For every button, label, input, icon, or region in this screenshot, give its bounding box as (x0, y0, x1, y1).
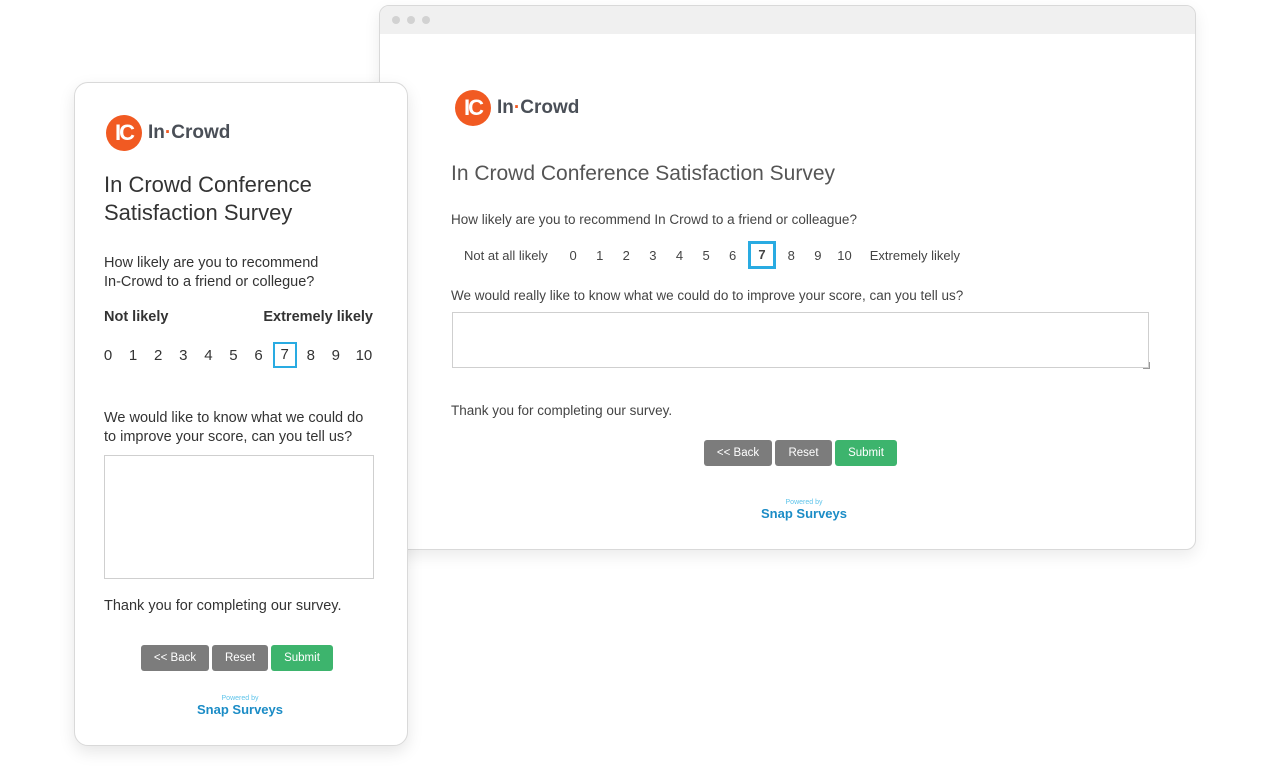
comment-textarea[interactable] (452, 312, 1149, 368)
comment-textarea[interactable] (104, 455, 374, 579)
snap-surveys-logo[interactable]: Snap Surveys (744, 506, 864, 521)
powered-by-snap: Powered by Snap Surveys (744, 499, 864, 521)
scale-low-label: Not at all likely (464, 247, 548, 263)
scale-option-0[interactable]: 0 (97, 347, 119, 364)
incrowd-wordmark: In·Crowd (148, 122, 231, 143)
scale-option-1[interactable]: 1 (586, 248, 613, 263)
scale-anchors: Not likely Extremely likely (104, 309, 373, 325)
scale-option-7[interactable]: 7 (747, 241, 776, 269)
scale-option-0[interactable]: 0 (560, 248, 587, 263)
scale-option-5[interactable]: 5 (693, 248, 720, 263)
scale-option-1[interactable]: 1 (122, 347, 144, 364)
scale-option-2[interactable]: 2 (147, 347, 169, 364)
incrowd-badge-icon: IC (106, 115, 142, 151)
scale-option-6[interactable]: 6 (248, 347, 270, 364)
window-dot-icon[interactable] (392, 16, 400, 24)
scale-high-label: Extremely likely (869, 247, 961, 263)
scale-option-10[interactable]: 10 (350, 347, 378, 364)
incrowd-logo: IC In·Crowd (455, 90, 579, 126)
scale-option-4[interactable]: 4 (666, 248, 693, 263)
scale-option-9[interactable]: 9 (325, 347, 347, 364)
incrowd-badge-icon: IC (455, 90, 491, 126)
scale-option-4[interactable]: 4 (197, 347, 219, 364)
scale-option-5[interactable]: 5 (222, 347, 244, 364)
scale-low-label: Not likely (104, 309, 169, 325)
question-recommend: How likely are you to recommend In Crowd… (451, 212, 857, 227)
thank-you-text: Thank you for completing our survey. (451, 403, 673, 418)
thank-you-text: Thank you for completing our survey. (104, 598, 342, 614)
powered-by-label: Powered by (221, 695, 259, 702)
desktop-browser-window: IC In·Crowd In Crowd Conference Satisfac… (379, 5, 1196, 550)
powered-by-snap: Powered by Snap Surveys (180, 695, 300, 717)
scale-option-2[interactable]: 2 (613, 248, 640, 263)
back-button[interactable]: << Back (704, 440, 772, 466)
incrowd-logo: IC In·Crowd (106, 115, 230, 151)
mobile-survey-frame: IC In·Crowd In Crowd Conference Satisfac… (74, 82, 408, 746)
powered-by-label: Powered by (785, 499, 823, 506)
browser-title-bar (380, 6, 1195, 34)
snap-surveys-logo[interactable]: Snap Surveys (180, 702, 300, 717)
survey-title: In Crowd Conference Satisfaction Survey (451, 162, 836, 185)
window-dot-icon[interactable] (407, 16, 415, 24)
question-recommend: How likely are you to recommend In-Crowd… (104, 255, 319, 290)
scale-option-7[interactable]: 7 (272, 342, 297, 368)
window-dot-icon[interactable] (422, 16, 430, 24)
navigation-buttons: << Back Reset Submit (704, 440, 897, 466)
scale-option-3[interactable]: 3 (640, 248, 667, 263)
back-button[interactable]: << Back (141, 645, 209, 671)
submit-button[interactable]: Submit (271, 645, 333, 671)
reset-button[interactable]: Reset (212, 645, 268, 671)
submit-button[interactable]: Submit (835, 440, 897, 466)
survey-title: In Crowd Conference Satisfaction Survey (104, 172, 312, 225)
scale-option-8[interactable]: 8 (300, 347, 322, 364)
question-improve: We would like to know what we could do t… (104, 410, 364, 445)
scale-option-3[interactable]: 3 (172, 347, 194, 364)
incrowd-wordmark: In·Crowd (497, 97, 580, 118)
scale-high-label: Extremely likely (263, 309, 373, 325)
question-improve: We would really like to know what we cou… (451, 288, 964, 303)
reset-button[interactable]: Reset (775, 440, 832, 466)
scale-option-9[interactable]: 9 (805, 248, 832, 263)
resize-grip-icon[interactable] (1143, 362, 1150, 369)
scale-option-6[interactable]: 6 (719, 248, 746, 263)
nps-scale: 0 1 2 3 4 5 6 7 8 9 10 (97, 341, 378, 369)
scale-option-10[interactable]: 10 (831, 248, 858, 263)
scale-option-8[interactable]: 8 (778, 248, 805, 263)
nps-scale: Not at all likely 0 1 2 3 4 5 6 7 8 9 10 Extremely… (464, 241, 961, 269)
navigation-buttons: << Back Reset Submit (141, 645, 333, 671)
